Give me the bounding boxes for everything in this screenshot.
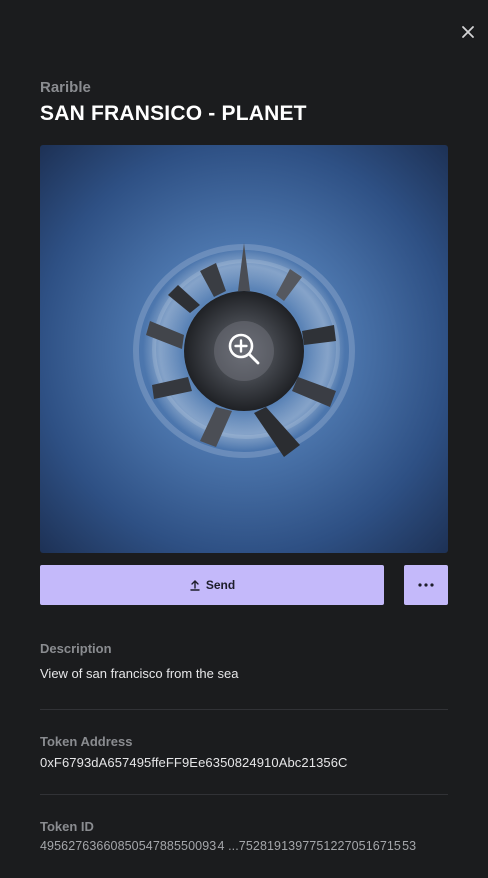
asset-title: SAN FRANSICO - PLANET	[40, 102, 307, 125]
collection-name: Rarible	[40, 79, 91, 96]
token-id-value[interactable]: 4956276366085054788550093 4 ...752819139…	[40, 839, 416, 853]
close-icon	[462, 26, 474, 38]
divider	[40, 794, 448, 795]
ellipsis-icon	[418, 583, 434, 587]
description-value: View of san francisco from the sea	[40, 666, 239, 681]
description-label: Description	[40, 641, 112, 656]
divider	[40, 709, 448, 710]
send-button[interactable]: Send	[40, 565, 384, 605]
upload-arrow-icon	[190, 580, 200, 591]
asset-image[interactable]	[40, 145, 448, 553]
token-address-value[interactable]: 0xF6793dA657495ffeFF9Ee6350824910Abc2135…	[40, 755, 348, 770]
token-id-label: Token ID	[40, 819, 94, 834]
send-button-label: Send	[205, 578, 236, 592]
close-button[interactable]	[456, 20, 480, 44]
more-options-button[interactable]	[404, 565, 448, 605]
nft-detail-page: Rarible SAN FRANSICO - PLANET Send Descr…	[0, 0, 488, 878]
token-address-label: Token Address	[40, 734, 133, 749]
zoom-in-icon	[228, 333, 260, 365]
